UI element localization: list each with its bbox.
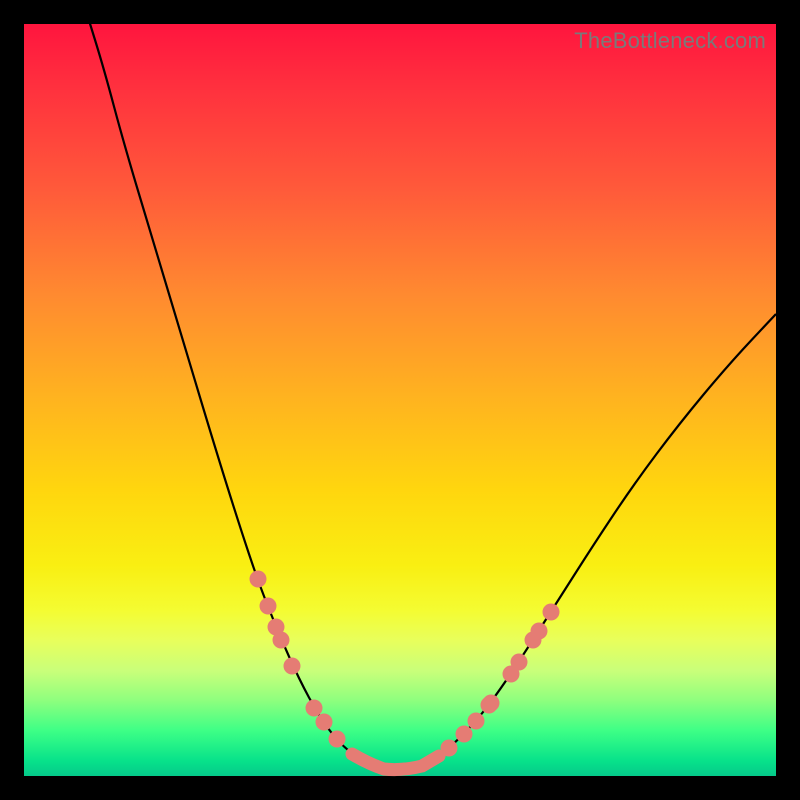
data-marker xyxy=(456,726,473,743)
data-marker xyxy=(273,632,290,649)
data-marker xyxy=(316,714,333,731)
data-marker xyxy=(531,623,548,640)
data-marker xyxy=(250,571,267,588)
optimal-range-highlight xyxy=(352,754,439,770)
data-marker xyxy=(511,654,528,671)
curve-layer xyxy=(24,24,776,776)
data-marker xyxy=(468,713,485,730)
chart-frame: TheBottleneck.com xyxy=(24,24,776,776)
data-marker xyxy=(329,731,346,748)
bottleneck-curve xyxy=(87,14,776,770)
data-marker xyxy=(306,700,323,717)
data-marker xyxy=(483,695,500,712)
data-marker xyxy=(543,604,560,621)
data-marker xyxy=(260,598,277,615)
right-markers-group xyxy=(441,604,560,757)
data-marker xyxy=(441,740,458,757)
watermark-text: TheBottleneck.com xyxy=(574,28,766,54)
data-marker xyxy=(284,658,301,675)
